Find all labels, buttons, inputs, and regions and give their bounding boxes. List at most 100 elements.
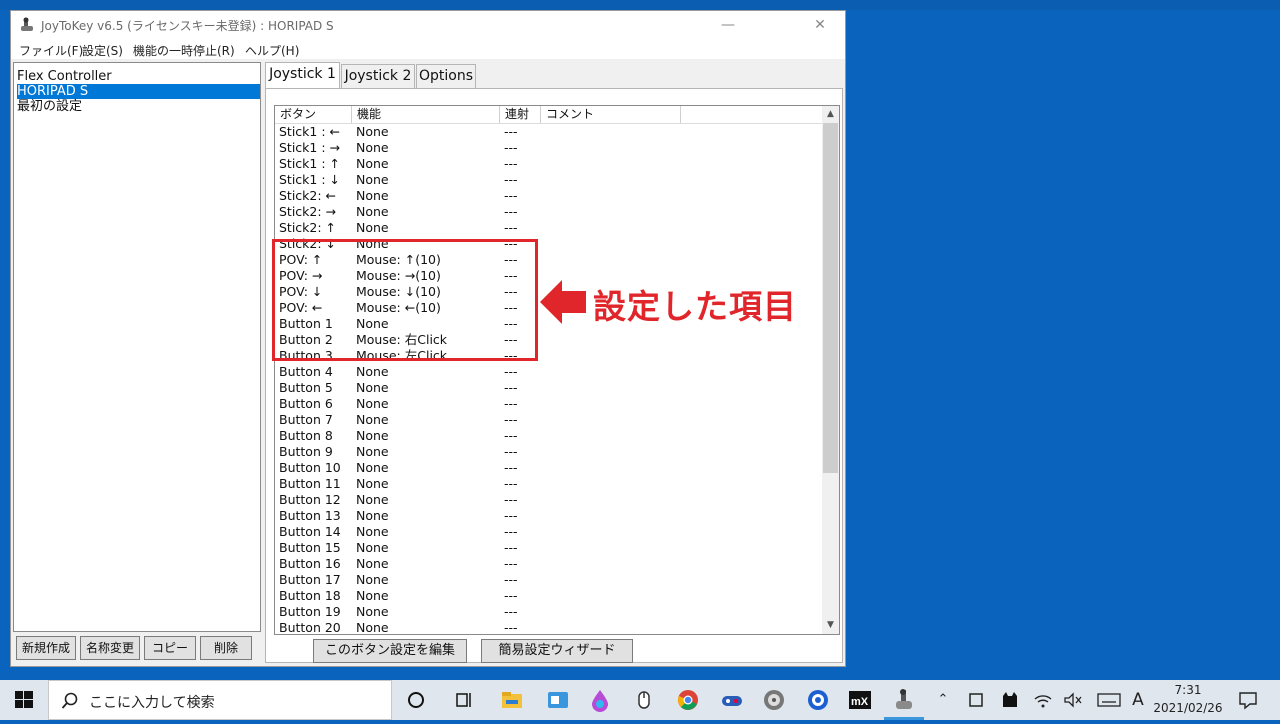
setup-wizard-button[interactable]: 簡易設定ウィザード <box>481 639 633 663</box>
table-row[interactable]: Button 12 None --- <box>275 492 823 508</box>
cell-button: Button 18 <box>279 588 341 603</box>
table-row[interactable]: Stick1 : ← None --- <box>275 124 823 140</box>
cell-function: None <box>356 588 389 603</box>
profile-item-selected[interactable]: HORIPAD S <box>17 84 260 99</box>
cell-function: None <box>356 492 389 507</box>
mx-app-icon[interactable]: mX <box>848 688 872 712</box>
cell-button: Button 14 <box>279 524 341 539</box>
tray-overflow-chevron-icon[interactable]: ⌃ <box>934 688 952 712</box>
cell-function: None <box>356 444 389 459</box>
cell-rapid-fire: --- <box>504 396 518 411</box>
controller-app-icon[interactable] <box>720 688 744 712</box>
scroll-down-icon[interactable]: ▼ <box>822 617 839 634</box>
table-row[interactable]: Button 7 None --- <box>275 412 823 428</box>
menu-help[interactable]: ヘルプ(H) <box>245 42 299 59</box>
scrollbar-thumb[interactable] <box>823 123 838 473</box>
table-row[interactable]: Button 9 None --- <box>275 444 823 460</box>
app-icon-blue[interactable] <box>546 688 570 712</box>
cell-rapid-fire: --- <box>504 492 518 507</box>
rename-profile-button[interactable]: 名称変更 <box>80 636 140 660</box>
new-profile-button[interactable]: 新規作成 <box>16 636 76 660</box>
menu-file[interactable]: ファイル(F) <box>19 42 83 59</box>
table-row[interactable]: Button 20 None --- <box>275 620 823 635</box>
table-row[interactable]: Stick2: → None --- <box>275 204 823 220</box>
minimize-button[interactable]: — <box>705 11 751 39</box>
app-icon-mouse[interactable] <box>632 688 656 712</box>
tab-options[interactable]: Options <box>416 64 476 88</box>
volume-muted-icon[interactable] <box>1062 688 1084 712</box>
clock-date[interactable]: 2021/02/26 <box>1150 701 1226 715</box>
cell-button: Button 6 <box>279 396 333 411</box>
table-row[interactable]: Button 17 None --- <box>275 572 823 588</box>
table-row[interactable]: Stick1 : ↑ None --- <box>275 156 823 172</box>
table-row[interactable]: Button 19 None --- <box>275 604 823 620</box>
table-row[interactable]: Stick1 : → None --- <box>275 140 823 156</box>
column-header-comment[interactable]: コメント <box>541 106 681 123</box>
circle-app-icon[interactable] <box>806 688 830 712</box>
table-row[interactable]: Button 6 None --- <box>275 396 823 412</box>
keyboard-icon[interactable] <box>1096 688 1122 712</box>
tab-joystick-2[interactable]: Joystick 2 <box>341 64 415 88</box>
joytokey-icon[interactable] <box>892 688 916 712</box>
table-row[interactable]: Stick1 : ↓ None --- <box>275 172 823 188</box>
column-header-function[interactable]: 機能 <box>352 106 500 123</box>
cell-button: Stick2: ← <box>279 188 337 203</box>
table-row[interactable]: Button 4 None --- <box>275 364 823 380</box>
paint-drop-icon[interactable] <box>588 688 612 712</box>
tray-app-icon[interactable] <box>966 688 986 712</box>
column-header-button[interactable]: ボタン <box>275 106 352 123</box>
edit-button-settings-button[interactable]: このボタン設定を編集 <box>313 639 467 663</box>
cell-button: Button 9 <box>279 444 333 459</box>
cell-rapid-fire: --- <box>504 156 518 171</box>
table-row[interactable]: Button 13 None --- <box>275 508 823 524</box>
close-button[interactable]: ✕ <box>797 11 843 39</box>
task-view-icon[interactable] <box>452 688 476 712</box>
scroll-up-icon[interactable]: ▲ <box>822 106 839 123</box>
cell-button: Button 20 <box>279 620 341 635</box>
copy-profile-button[interactable]: コピー <box>144 636 196 660</box>
cortana-icon[interactable] <box>404 688 428 712</box>
disc-icon[interactable] <box>762 688 786 712</box>
cell-function: None <box>356 620 389 635</box>
table-row[interactable]: Button 15 None --- <box>275 540 823 556</box>
table-row[interactable]: Button 16 None --- <box>275 556 823 572</box>
title-bar[interactable]: JoyToKey v6.5 (ライセンスキー未登録) : HORIPAD S —… <box>11 11 845 39</box>
cell-rapid-fire: --- <box>504 524 518 539</box>
table-row[interactable]: Button 14 None --- <box>275 524 823 540</box>
table-row[interactable]: Button 5 None --- <box>275 380 823 396</box>
list-scrollbar[interactable]: ▲ ▼ <box>822 106 839 634</box>
cell-function: None <box>356 556 389 571</box>
client-area: Flex Controller HORIPAD S 最初の設定 新規作成 名称変… <box>11 59 845 666</box>
tray-cat-icon[interactable] <box>1000 688 1020 712</box>
cell-rapid-fire: --- <box>504 540 518 555</box>
taskbar-search-box[interactable]: ここに入力して検索 <box>48 680 392 720</box>
profile-item[interactable]: Flex Controller <box>17 69 260 84</box>
menu-settings[interactable]: 設定(S) <box>82 42 123 59</box>
cell-function: None <box>356 540 389 555</box>
menu-pause[interactable]: 機能の一時停止(R) <box>133 42 235 59</box>
clock-time[interactable]: 7:31 <box>1150 683 1226 697</box>
cell-function: None <box>356 460 389 475</box>
start-button[interactable] <box>0 680 48 720</box>
table-row[interactable]: Button 11 None --- <box>275 476 823 492</box>
notification-center-icon[interactable] <box>1236 688 1260 712</box>
tab-joystick-1[interactable]: Joystick 1 <box>265 62 340 89</box>
search-icon <box>61 692 78 709</box>
table-row[interactable]: Button 8 None --- <box>275 428 823 444</box>
table-row[interactable]: Stick2: ↑ None --- <box>275 220 823 236</box>
maximize-button[interactable] <box>751 11 797 39</box>
delete-profile-button[interactable]: 削除 <box>200 636 252 660</box>
file-explorer-icon[interactable] <box>500 688 524 712</box>
column-header-rapid-fire[interactable]: 連射 <box>500 106 541 123</box>
table-row[interactable]: Button 10 None --- <box>275 460 823 476</box>
ime-indicator[interactable]: A <box>1128 688 1148 712</box>
wifi-icon[interactable] <box>1032 688 1054 712</box>
button-assignment-list[interactable]: ボタン 機能 連射 コメント Stick1 : ← None --- Stick1 :… <box>274 105 840 635</box>
cell-button: Button 5 <box>279 380 333 395</box>
cell-function: None <box>356 188 389 203</box>
profile-list[interactable]: Flex Controller HORIPAD S 最初の設定 <box>13 62 261 632</box>
chrome-icon[interactable] <box>676 688 700 712</box>
profile-item[interactable]: 最初の設定 <box>17 99 260 114</box>
table-row[interactable]: Stick2: ← None --- <box>275 188 823 204</box>
table-row[interactable]: Button 18 None --- <box>275 588 823 604</box>
